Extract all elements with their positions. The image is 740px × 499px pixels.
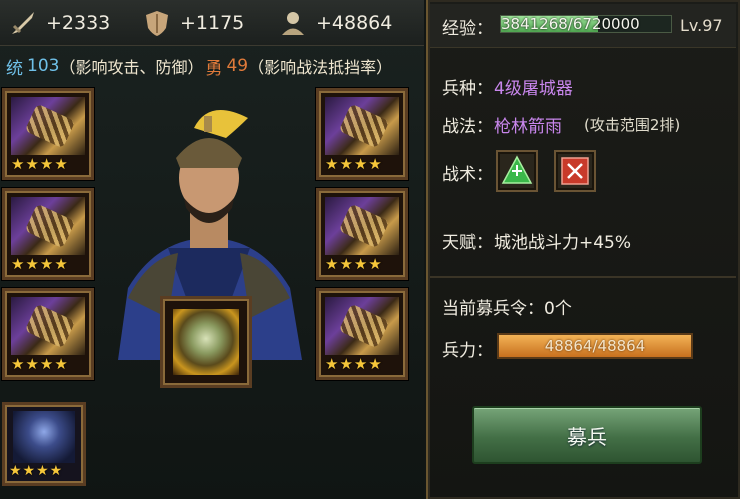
exp-text: 3841268/6720000 [501,15,640,33]
skill-value: 枪林箭雨 [494,117,562,137]
troop-bar: 48864/48864 [497,333,693,359]
jade-seal-art [173,309,239,375]
red-x-tactic-icon [561,157,589,185]
equipment-art [11,297,85,355]
troop-label: 兵力： [442,341,493,361]
unit-value: 4级屠城器 [494,79,573,99]
tactic-slot-2[interactable] [554,150,596,192]
star-rating: ★★★★ [11,255,69,273]
shield-icon [146,11,168,36]
equipment-art [325,297,399,355]
equipment-art [11,97,85,155]
troops-stat: +48864 [278,6,392,40]
recruit-button[interactable]: 募兵 [472,406,702,464]
skill-note: (攻击范围2排) [584,116,681,134]
attribute-row: 统 103 （影响攻击、防御） 勇 49 （影响战法抵挡率） [0,47,424,85]
hero-card-art [13,411,75,463]
star-rating: ★★★★ [325,355,383,373]
valor-note: （影响战法抵挡率） [248,58,393,77]
defense-stat: +1175 [142,6,244,40]
unit-label: 兵种： [442,79,493,99]
hero-card-slot[interactable]: ★★★★ [2,402,86,486]
hero-star-rating: ★★★★ [9,463,64,479]
treasure-slot[interactable] [160,296,252,388]
tactic-slot-1[interactable] [496,150,538,192]
defense-value: +1175 [180,12,245,34]
command-value: 103 [27,56,60,76]
equipment-art [325,97,399,155]
green-triangle-tactic-icon [501,155,533,184]
equipment-slot-right-3[interactable]: ★★★★ [316,288,408,380]
equipment-art [325,197,399,255]
command-label: 统 [6,58,23,79]
valor-label: 勇 [205,58,223,79]
star-rating: ★★★★ [11,355,69,373]
equipment-slot-right-1[interactable]: ★★★★ [316,88,408,180]
star-rating: ★★★★ [11,155,69,173]
tactics-label: 战术： [442,165,493,185]
exp-bar: 3841268/6720000 [500,15,672,33]
recruit-token-count: 当前募兵令：0个 [442,299,572,319]
talent-value: 城池战斗力+45% [494,233,632,253]
level-label: Lv.97 [680,16,723,35]
troops-value: +48864 [316,12,393,34]
troop-text: 48864/48864 [544,337,646,355]
equipment-slot-right-2[interactable]: ★★★★ [316,188,408,280]
star-rating: ★★★★ [325,155,383,173]
skill-label: 战法： [442,117,493,137]
command-note: （影响攻击、防御） [59,58,204,77]
divider [430,276,736,278]
talent-label: 天赋： [442,233,493,253]
soldier-icon [282,12,304,35]
equipment-slot-left-3[interactable]: ★★★★ [2,288,94,380]
stats-bar: +2333 +1175 +48864 [0,0,424,46]
equipment-art [11,197,85,255]
equipment-slot-left-2[interactable]: ★★★★ [2,188,94,280]
star-rating: ★★★★ [325,255,383,273]
sword-icon [12,12,34,34]
attack-stat: +2333 [8,6,110,40]
attack-value: +2333 [46,12,111,34]
valor-value: 49 [226,56,249,76]
equipment-slot-left-1[interactable]: ★★★★ [2,88,94,180]
exp-label: 经验： [442,19,493,39]
